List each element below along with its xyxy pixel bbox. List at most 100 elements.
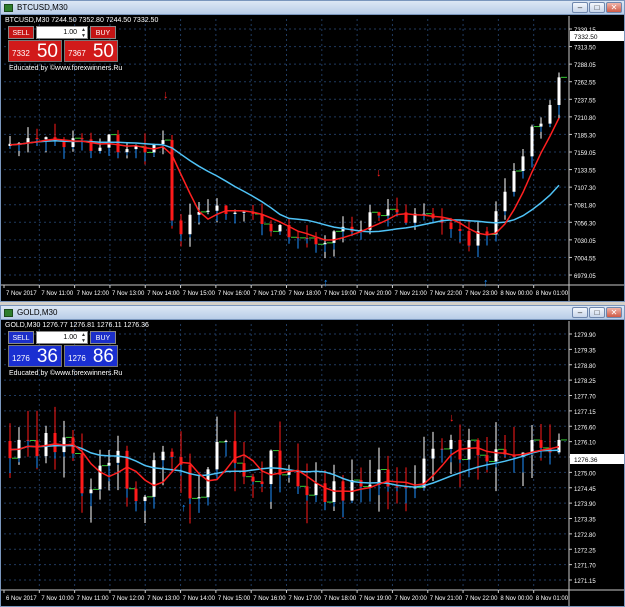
- candle-body: [71, 138, 75, 148]
- lot-size-input[interactable]: 1.00 ▲ ▼: [36, 331, 88, 344]
- sell-button[interactable]: SELL: [8, 26, 34, 39]
- time-label: 7 Nov 21:00: [430, 596, 463, 602]
- sell-price-pips: 36: [36, 346, 58, 367]
- candle-body: [359, 480, 363, 487]
- time-label: 7 Nov 11:00: [41, 291, 74, 297]
- educated-label: Educated by ©www.forexwinners.Ru: [9, 65, 123, 72]
- buy-signal-arrow-icon: ↑: [323, 277, 329, 289]
- btcusd-chart-window[interactable]: BTCUSD,M30 – □ ✕ 7339.157313.507288.0572…: [0, 0, 625, 302]
- buy-button[interactable]: BUY: [90, 26, 116, 39]
- chart-window-icon: [4, 4, 13, 12]
- time-label: 7 Nov 12:00: [112, 596, 145, 602]
- price-label: 1272.25: [574, 548, 596, 554]
- sell-signal-arrow-icon: ↓: [376, 167, 382, 179]
- time-label: 7 Nov 13:00: [112, 291, 145, 297]
- buy-price-main: 1276: [68, 354, 86, 363]
- candle-body: [449, 222, 453, 230]
- close-button[interactable]: ✕: [606, 307, 622, 318]
- time-label: 7 Nov 12:00: [77, 291, 110, 297]
- buy-button[interactable]: BUY: [90, 331, 116, 344]
- candle-body: [125, 149, 129, 153]
- gold-chart-window[interactable]: GOLD,M30 – □ ✕ 1279.90 1279.35 1278.80 1278…: [0, 305, 625, 607]
- lot-value: 1.00: [63, 334, 77, 341]
- price-label: 1275.00: [574, 471, 596, 477]
- price-label: 7004.55: [574, 256, 596, 262]
- educated-label: Educated by ©www.forexwinners.Ru: [9, 370, 123, 377]
- one-click-trading-panel: SELL 1.00 ▲ ▼ BUY 1276 36 1276 86: [8, 331, 118, 367]
- candle-body: [188, 214, 192, 235]
- gold-titlebar[interactable]: GOLD,M30 – □ ✕: [1, 306, 624, 320]
- candle-body: [242, 463, 246, 477]
- buy-signal-arrow-icon: ↑: [181, 502, 187, 514]
- buy-price-box[interactable]: 1276 86: [64, 345, 118, 367]
- candle-body: [242, 211, 246, 213]
- sell-button[interactable]: SELL: [8, 331, 34, 344]
- price-label: 7159.05: [574, 151, 596, 157]
- minimize-button[interactable]: –: [572, 2, 588, 13]
- candle-body: [449, 439, 453, 449]
- maximize-button[interactable]: □: [589, 307, 605, 318]
- time-label: 7 Nov 15:00: [183, 291, 216, 297]
- candle-body: [206, 210, 210, 212]
- price-label: 1279.35: [574, 348, 596, 354]
- lot-size-input[interactable]: 1.00 ▲ ▼: [36, 26, 88, 39]
- buy-price-box[interactable]: 7367 50: [64, 40, 118, 62]
- candle-body: [458, 229, 462, 231]
- candle-body: [251, 476, 255, 482]
- candle-body: [368, 484, 372, 487]
- price-label: 1276.60: [574, 425, 596, 431]
- candle-body: [350, 480, 354, 501]
- candle-body: [530, 126, 534, 157]
- time-label: 7 Nov 13:00: [147, 596, 180, 602]
- maximize-button[interactable]: □: [589, 2, 605, 13]
- price-label: 1278.80: [574, 364, 596, 370]
- sell-price-pips: 50: [36, 41, 58, 62]
- sell-price-main: 7332: [12, 49, 30, 58]
- candle-body: [485, 455, 489, 462]
- lot-value: 1.00: [63, 29, 77, 36]
- price-label: 1273.90: [574, 502, 596, 508]
- price-label: 7313.50: [574, 46, 596, 52]
- price-label: 1272.80: [574, 533, 596, 539]
- candle-body: [107, 462, 111, 466]
- sell-signal-arrow-icon: ↓: [449, 412, 455, 424]
- price-label: 6979.05: [574, 274, 596, 280]
- candle-body: [503, 191, 507, 212]
- price-label: 1271.15: [574, 579, 596, 585]
- time-label: 7 Nov 20:00: [394, 596, 427, 602]
- price-label: 1271.70: [574, 564, 596, 570]
- time-label: 6 Nov 2017: [6, 596, 37, 602]
- candle-body: [332, 231, 336, 243]
- candle-body: [125, 450, 129, 489]
- window-title: BTCUSD,M30: [17, 3, 68, 12]
- symbol-info: BTCUSD,M30 7244.50 7352.80 7244.50 7332.…: [5, 17, 159, 24]
- time-label: 7 Nov 22:00: [430, 291, 463, 297]
- candle-body: [296, 471, 300, 487]
- candle-body: [107, 134, 111, 148]
- candle-body: [467, 230, 471, 246]
- time-label: 8 Nov 01:00: [536, 291, 569, 297]
- lot-spin-icon[interactable]: ▲ ▼: [81, 27, 86, 39]
- candle-body: [467, 440, 471, 460]
- sell-signal-arrow-icon: ↓: [163, 89, 169, 101]
- price-label: 7133.55: [574, 169, 596, 175]
- sell-price-box[interactable]: 7332 50: [8, 40, 62, 62]
- window-title: GOLD,M30: [17, 308, 58, 317]
- minimize-button[interactable]: –: [572, 307, 588, 318]
- current-price-label: 7332.50: [574, 34, 598, 41]
- close-button[interactable]: ✕: [606, 2, 622, 13]
- candle-body: [395, 209, 399, 213]
- chart-window-icon: [4, 309, 13, 317]
- candle-body: [188, 464, 192, 499]
- price-label: 1276.10: [574, 441, 596, 447]
- sell-price-box[interactable]: 1276 36: [8, 345, 62, 367]
- candle-body: [80, 138, 84, 140]
- candle-body: [116, 134, 120, 153]
- candle-body: [215, 205, 219, 211]
- lot-spin-icon[interactable]: ▲ ▼: [81, 332, 86, 344]
- candle-body: [161, 451, 165, 461]
- one-click-trading-panel: SELL 1.00 ▲ ▼ BUY 7332 50 7367 50: [8, 26, 118, 62]
- btcusd-titlebar[interactable]: BTCUSD,M30 – □ ✕: [1, 1, 624, 15]
- candle-body: [539, 123, 543, 127]
- candle-body: [557, 77, 561, 105]
